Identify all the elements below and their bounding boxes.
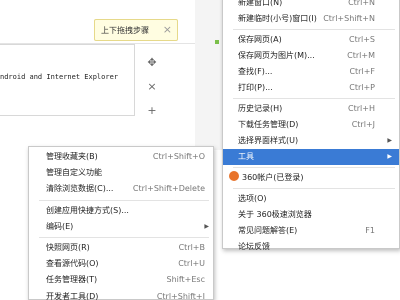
menu-item-label: 管理收藏夹(B) xyxy=(46,152,98,161)
menu-item-shortcut: Ctrl+Shift+Delete xyxy=(132,184,205,194)
menu-item-label: 关于 360极速浏览器 xyxy=(238,210,312,219)
submenu-arrow-icon: ▶ xyxy=(204,222,209,230)
page-right-strip xyxy=(195,0,225,150)
menu-item-label: 编码(E) xyxy=(46,221,74,231)
menu-item-label: 360帐户(已登录) xyxy=(242,173,304,182)
menu-item-find[interactable]: 查找(F)... Ctrl+F xyxy=(223,64,399,80)
submenu-item-task-manager[interactable]: 任务管理器(T) Shift+Esc xyxy=(29,272,213,288)
menu-item-print[interactable]: 打印(P)... Ctrl+P xyxy=(223,80,399,96)
menu-divider xyxy=(233,98,395,99)
submenu-item-create-app-shortcut[interactable]: 创建应用快捷方式(S)... xyxy=(29,203,213,219)
submenu-arrow-icon: ▶ xyxy=(387,137,392,144)
menu-item-shortcut: Ctrl+S xyxy=(348,35,375,44)
menu-item-shortcut: Ctrl+F xyxy=(349,67,375,76)
menu-item-shortcut: Ctrl+P xyxy=(349,83,375,92)
menu-item-shortcut: Ctrl+B xyxy=(178,242,205,252)
menu-item-history[interactable]: 历史记录(H) Ctrl+H xyxy=(223,101,399,117)
content-text: ndroid and Internet Explorer xyxy=(0,73,119,81)
menu-item-label: 选项(O) xyxy=(238,194,267,203)
menu-item-label: 选择界面样式(U) xyxy=(238,136,299,145)
menu-item-label: 打印(P)... xyxy=(238,83,273,92)
add-icon[interactable]: + xyxy=(147,98,156,122)
close-icon[interactable]: × xyxy=(147,74,156,98)
menu-item-shortcut: Ctrl+N xyxy=(348,0,375,7)
browser-main-menu: 新建窗口(N) Ctrl+N 新建临时(小号)窗口(I) Ctrl+Shift+… xyxy=(222,0,400,251)
menu-item-new-window[interactable]: 新建窗口(N) Ctrl+N xyxy=(223,0,399,11)
account-icon xyxy=(229,171,239,181)
menu-item-label: 常见问题解答(E) xyxy=(238,226,298,235)
menu-item-save-page[interactable]: 保存网页(A) Ctrl+S xyxy=(223,32,399,48)
menu-item-label: 新建临时(小号)窗口(I) xyxy=(238,14,317,23)
submenu-item-view-source[interactable]: 查看源代码(O) Ctrl+U xyxy=(29,256,213,272)
menu-item-shortcut: Ctrl+Shift+N xyxy=(323,14,375,23)
menu-item-ui-style[interactable]: 选择界面样式(U) ▶ xyxy=(223,133,399,149)
menu-item-label: 任务管理器(T) xyxy=(46,275,98,285)
move-icon[interactable]: ✥ xyxy=(147,50,156,74)
menu-item-account[interactable]: 360帐户(已登录) xyxy=(223,170,399,186)
menu-divider xyxy=(39,236,209,238)
menu-divider xyxy=(233,167,395,168)
menu-item-label: 清除浏览数据(C)... xyxy=(46,184,114,194)
menu-item-shortcut: Ctrl+H xyxy=(348,104,375,113)
menu-divider xyxy=(233,188,395,189)
submenu-arrow-icon: ▶ xyxy=(387,153,392,160)
submenu-item-manage-favorites[interactable]: 管理收藏夹(B) Ctrl+Shift+O xyxy=(29,149,213,165)
menu-item-new-private-window[interactable]: 新建临时(小号)窗口(I) Ctrl+Shift+N xyxy=(223,11,399,27)
menu-item-label: 快照网页(R) xyxy=(46,242,90,252)
menu-item-label: 查看源代码(O) xyxy=(46,259,99,269)
menu-item-faq[interactable]: 常见问题解答(E) F1 xyxy=(223,223,399,239)
step-tools: ✥ × + xyxy=(144,50,160,122)
menu-item-forum-feedback[interactable]: 论坛反馈 xyxy=(223,239,399,255)
menu-item-label: 论坛反馈 xyxy=(238,242,270,251)
submenu-item-snapshot-page[interactable]: 快照网页(R) Ctrl+B xyxy=(29,240,213,256)
menu-item-options[interactable]: 选项(O) xyxy=(223,191,399,207)
submenu-item-clear-browsing-data[interactable]: 清除浏览数据(C)... Ctrl+Shift+Delete xyxy=(29,181,213,197)
menu-item-shortcut: Shift+Esc xyxy=(166,275,205,285)
menu-divider xyxy=(233,29,395,30)
menu-item-tools[interactable]: 工具 ▶ xyxy=(223,149,399,165)
menu-item-shortcut: Ctrl+M xyxy=(347,51,375,60)
menu-item-label: 新建窗口(N) xyxy=(238,0,283,7)
menu-item-label: 下载任务管理(D) xyxy=(238,120,299,129)
tools-submenu: 管理收藏夹(B) Ctrl+Shift+O 管理自定义功能 清除浏览数据(C).… xyxy=(28,146,214,300)
menu-item-shortcut: Ctrl+Shift+O xyxy=(152,152,205,161)
submenu-item-encoding[interactable]: 编码(E) ▶ xyxy=(29,219,213,235)
submenu-item-manage-custom-features[interactable]: 管理自定义功能 xyxy=(29,165,213,181)
tooltip-close-icon[interactable]: × xyxy=(163,23,172,36)
menu-item-label: 保存网页(A) xyxy=(238,35,282,44)
drag-steps-tooltip: 上下拖拽步骤 × xyxy=(94,19,178,41)
menu-divider xyxy=(39,199,209,201)
menu-item-label: 保存网页为图片(M)... xyxy=(238,51,315,60)
menu-item-label: 开发者工具(D) xyxy=(46,291,99,300)
tooltip-label: 上下拖拽步骤 xyxy=(101,25,149,35)
menu-item-label: 历史记录(H) xyxy=(238,104,283,113)
menu-item-label: 创建应用快捷方式(S)... xyxy=(46,205,129,215)
menu-item-shortcut: Ctrl+J xyxy=(351,120,375,129)
menu-item-shortcut: Ctrl+Shift+I xyxy=(156,291,205,300)
menu-item-shortcut: Ctrl+U xyxy=(178,259,205,269)
menu-item-label: 管理自定义功能 xyxy=(46,168,102,178)
menu-item-shortcut: F1 xyxy=(365,226,375,235)
menu-item-downloads[interactable]: 下载任务管理(D) Ctrl+J xyxy=(223,117,399,133)
menu-item-about[interactable]: 关于 360极速浏览器 xyxy=(223,207,399,223)
menu-item-label: 工具 xyxy=(238,152,254,161)
status-dot xyxy=(215,40,219,44)
submenu-item-developer-tools[interactable]: 开发者工具(D) Ctrl+Shift+I xyxy=(29,289,213,300)
menu-item-save-as-image[interactable]: 保存网页为图片(M)... Ctrl+M xyxy=(223,48,399,64)
menu-item-label: 查找(F)... xyxy=(238,67,273,76)
